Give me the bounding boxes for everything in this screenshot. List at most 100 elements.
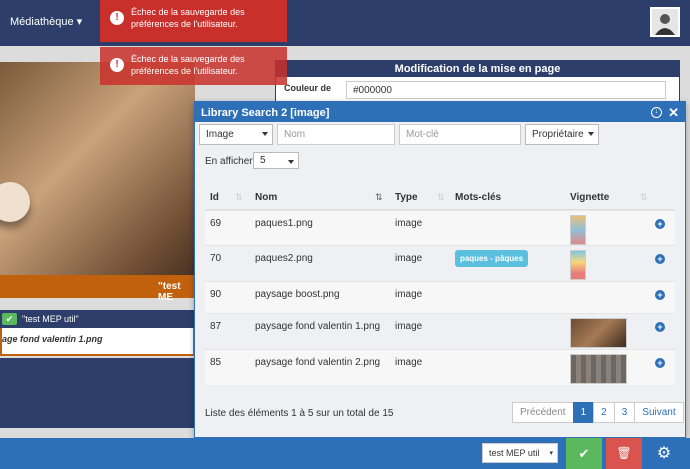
table-row[interactable]: 69 paques1.png image + (205, 210, 675, 245)
delete-button[interactable]: 🗑 (606, 438, 642, 469)
row-id: 87 (210, 321, 222, 332)
preview-image (0, 62, 195, 297)
owner-filter-select[interactable]: Propriétaire (525, 124, 599, 145)
per-page-control: En afficher 5 (205, 152, 299, 169)
layout-tag-label: "test MEP util" (22, 314, 79, 324)
keyword-tag[interactable]: paques - pâques (455, 250, 528, 267)
toast-message: Échec de la sauvegarde des préférences d… (131, 54, 245, 76)
layout-select[interactable]: test MEP util ▾ (482, 443, 558, 463)
col-name[interactable]: Nom (255, 192, 277, 203)
col-id[interactable]: Id (210, 192, 219, 203)
row-type: image (395, 289, 423, 300)
col-thumbnail: Vignette (570, 192, 610, 203)
row-type: image (395, 253, 423, 264)
row-name: paysage fond valentin 1.png (255, 321, 381, 332)
mediatheque-menu[interactable]: Médiathèque ▾ (10, 15, 82, 28)
download-icon[interactable]: ↓ (651, 107, 662, 118)
error-toast[interactable]: ! Échec de la sauvegarde des préférences… (100, 47, 287, 85)
per-page-value: 5 (260, 155, 266, 166)
row-name: paques1.png (255, 218, 313, 229)
sort-icon[interactable]: ⇅ (437, 192, 445, 203)
toast-message: Échec de la sauvegarde des préférences d… (131, 7, 245, 29)
table-info: Liste des éléments 1 à 5 sur un total de… (205, 408, 394, 419)
color-input[interactable]: #000000 (346, 81, 666, 99)
chevron-down-icon (288, 160, 294, 164)
col-type[interactable]: Type (395, 192, 418, 203)
color-label: Couleur de (284, 83, 332, 93)
row-type: image (395, 321, 423, 332)
row-name: paysage fond valentin 2.png (255, 357, 381, 368)
save-button[interactable]: ✔ (566, 438, 602, 469)
thumbnail-image (570, 215, 586, 245)
filter-bar: Image Nom Mot-clé Propriétaire (199, 124, 679, 149)
bottom-toolbar: test MEP util ▾ ✔ 🗑 ⚙ (0, 438, 690, 469)
per-page-label: En afficher (205, 156, 253, 167)
preview-banner: "test ME (0, 275, 195, 303)
layout-edit-panel: Modification de la mise en page Couleur … (275, 60, 680, 105)
row-id: 69 (210, 218, 222, 229)
results-table: Id ⇅ Nom ⇅ Type ⇅ Mots-clés Vignette ⇅ 6… (205, 185, 675, 385)
row-type: image (395, 218, 423, 229)
type-filter-value: Image (206, 129, 234, 140)
row-id: 90 (210, 289, 222, 300)
pager-prev[interactable]: Précédent (512, 402, 574, 423)
row-id: 70 (210, 253, 222, 264)
layout-edit-title: Modification de la mise en page (276, 61, 679, 77)
pagination: Précédent 1 2 3 Suivant (512, 402, 684, 423)
name-search-input[interactable]: Nom (277, 124, 395, 145)
check-icon: ✔ (2, 313, 17, 325)
owner-filter-value: Propriétaire (532, 129, 584, 140)
add-icon[interactable]: + (655, 254, 665, 264)
library-search-modal: Library Search 2 [image] ↓ ✕ Image Nom M… (194, 101, 686, 438)
thumbnail-image (570, 250, 586, 280)
table-row[interactable]: 90 paysage boost.png image + (205, 281, 675, 313)
chevron-down-icon (262, 132, 268, 136)
table-row[interactable]: 87 paysage fond valentin 1.png image + (205, 313, 675, 349)
row-id: 85 (210, 357, 222, 368)
check-icon: ✔ (578, 446, 590, 461)
thumbnail-image (570, 318, 627, 348)
layout-select-value: test MEP util (489, 448, 540, 458)
pager-page-3[interactable]: 3 (613, 402, 636, 423)
pager-page-1[interactable]: 1 (572, 402, 595, 423)
modal-header: Library Search 2 [image] ↓ ✕ (195, 102, 685, 122)
pager-page-2[interactable]: 2 (593, 402, 615, 423)
row-name: paysage boost.png (255, 289, 340, 300)
pager-next[interactable]: Suivant (634, 402, 684, 423)
alert-icon: ! (110, 58, 124, 72)
preview-banner-text: "test ME (158, 281, 181, 303)
per-page-select[interactable]: 5 (253, 152, 299, 169)
sort-icon[interactable]: ⇅ (640, 192, 648, 203)
avatar-icon (652, 9, 678, 35)
col-keywords: Mots-clés (455, 192, 502, 203)
table-row[interactable]: 70 paques2.png image paques - pâques + (205, 245, 675, 281)
sort-asc-icon[interactable]: ⇅ (375, 192, 383, 203)
heart-decoration (0, 182, 30, 222)
error-toast[interactable]: ! Échec de la sauvegarde des préférences… (100, 0, 287, 42)
settings-button[interactable]: ⚙ (646, 438, 682, 469)
chevron-down-icon (588, 132, 594, 136)
user-avatar[interactable] (650, 7, 680, 37)
add-icon[interactable]: + (655, 290, 665, 300)
layout-tag[interactable]: ✔ "test MEP util" (0, 310, 195, 328)
row-name: paques2.png (255, 253, 313, 264)
keyword-search-input[interactable]: Mot-clé (399, 124, 521, 145)
sort-icon[interactable]: ⇅ (235, 192, 243, 203)
trash-icon: 🗑 (616, 446, 632, 460)
gear-icon: ⚙ (656, 445, 672, 462)
row-type: image (395, 357, 423, 368)
file-subtitle: age fond valentin 1.png (0, 328, 195, 356)
add-icon[interactable]: + (655, 322, 665, 332)
add-icon[interactable]: + (655, 358, 665, 368)
file-subtitle-text: age fond valentin 1.png (2, 334, 103, 344)
chevron-down-icon: ▾ (549, 450, 553, 457)
alert-icon: ! (110, 11, 124, 25)
type-filter-select[interactable]: Image (199, 124, 273, 145)
modal-title: Library Search 2 [image] (201, 107, 330, 119)
table-row[interactable]: 85 paysage fond valentin 2.png image + (205, 349, 675, 385)
left-panel-footer (0, 358, 195, 428)
add-icon[interactable]: + (655, 219, 665, 229)
close-icon[interactable]: ✕ (668, 105, 679, 121)
table-header: Id ⇅ Nom ⇅ Type ⇅ Mots-clés Vignette ⇅ (205, 185, 675, 210)
thumbnail-image (570, 354, 627, 384)
